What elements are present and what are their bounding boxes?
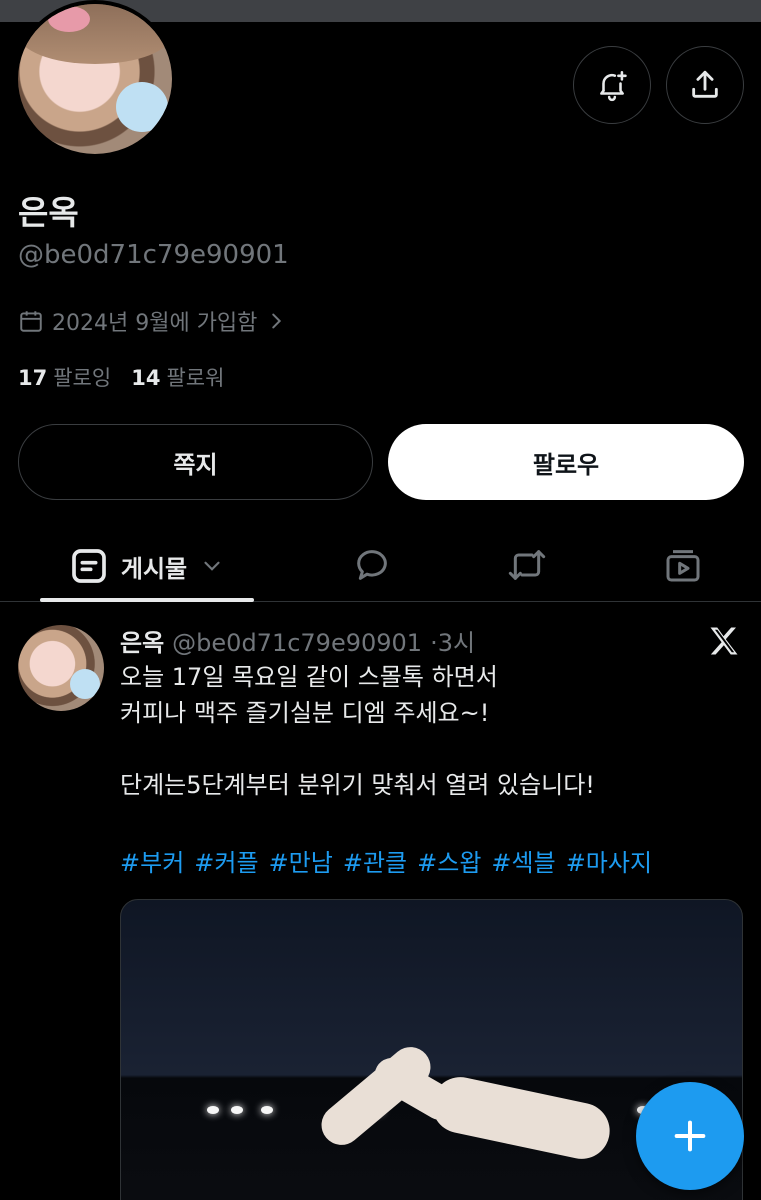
share-icon xyxy=(692,70,718,98)
hashtag-link[interactable]: #관클 xyxy=(343,843,407,878)
tab-posts[interactable]: 게시물 xyxy=(40,530,254,602)
follow-stats: 17 팔로잉 14 팔로워 xyxy=(18,362,224,392)
follow-button[interactable]: 팔로우 xyxy=(388,424,744,500)
chevron-down-icon xyxy=(204,561,220,571)
post-text-line: 커피나 맥주 즐기실분 디엠 주세요~! xyxy=(120,699,490,727)
post-text-spacer xyxy=(120,731,740,767)
post-header: 은옥 @be0d71c79e90901 ·3시 xyxy=(120,623,475,658)
hashtag-link[interactable]: #스왑 xyxy=(417,843,481,878)
chevron-right-icon xyxy=(272,313,282,329)
post-text-line: 오늘 17일 목요일 같이 스몰톡 하면서 xyxy=(120,663,498,691)
media-play-icon xyxy=(666,550,700,582)
hashtag-link[interactable]: #커플 xyxy=(194,843,258,878)
bell-plus-icon xyxy=(600,70,627,102)
x-logo-icon xyxy=(710,627,738,655)
shore-light xyxy=(207,1106,219,1114)
post-author-handle[interactable]: @be0d71c79e90901 xyxy=(172,629,422,657)
profile-handle: @be0d71c79e90901 xyxy=(18,240,289,270)
posts-icon xyxy=(72,549,106,583)
joined-date-text: 2024년 9월에 가입함 xyxy=(52,311,258,336)
message-button[interactable]: 쪽지 xyxy=(18,424,373,500)
post-avatar[interactable] xyxy=(18,625,104,711)
notify-button[interactable] xyxy=(573,46,651,124)
tab-media[interactable] xyxy=(658,540,708,590)
avatar-hair xyxy=(18,4,172,64)
compose-button[interactable] xyxy=(636,1082,744,1190)
hashtag-link[interactable]: #만남 xyxy=(269,843,333,878)
hashtag-link[interactable]: #마사지 xyxy=(566,843,652,878)
share-profile-button[interactable] xyxy=(666,46,744,124)
hashtag-link[interactable]: #부커 xyxy=(120,843,184,878)
repost-icon xyxy=(508,550,546,580)
avatar-plush-toy xyxy=(70,669,100,699)
followers-count: 14 xyxy=(131,366,161,390)
profile-avatar[interactable] xyxy=(14,0,176,158)
tab-posts-label: 게시물 xyxy=(120,554,188,583)
plus-icon xyxy=(674,1120,706,1152)
followers-label: 팔로워 xyxy=(166,366,225,390)
reply-bubble-icon xyxy=(357,550,387,580)
post-hashtags: #부커 #커플 #만남 #관클 #스왑 #섹블 #마사지 xyxy=(120,843,652,878)
avatar-hair-clip xyxy=(48,6,90,32)
following-label: 팔로잉 xyxy=(53,366,112,390)
avatar-plush-toy xyxy=(116,82,168,132)
hashtag-link[interactable]: #섹블 xyxy=(491,843,555,878)
post-text: 오늘 17일 목요일 같이 스몰톡 하면서 커피나 맥주 즐기실분 디엠 주세요… xyxy=(120,659,740,803)
following-link[interactable]: 17 팔로잉 xyxy=(18,362,111,392)
following-count: 17 xyxy=(18,366,48,390)
photo-arm xyxy=(427,1071,615,1165)
profile-tabs: 게시물 xyxy=(0,530,761,602)
tab-replies[interactable] xyxy=(347,540,397,590)
followers-link[interactable]: 14 팔로워 xyxy=(131,362,224,392)
active-tab-indicator xyxy=(40,598,254,602)
shore-light xyxy=(261,1106,273,1114)
post-text-line: 단계는5단계부터 분위기 맞춰서 열려 있습니다! xyxy=(120,771,595,799)
profile-name: 은옥 xyxy=(18,193,79,232)
joined-date-row[interactable]: 2024년 9월에 가입함 xyxy=(18,305,287,337)
post-timestamp: ·3시 xyxy=(430,629,476,657)
calendar-icon xyxy=(20,311,42,332)
tab-reposts[interactable] xyxy=(502,540,552,590)
post-author-name[interactable]: 은옥 xyxy=(120,623,164,658)
shore-light xyxy=(231,1106,243,1114)
